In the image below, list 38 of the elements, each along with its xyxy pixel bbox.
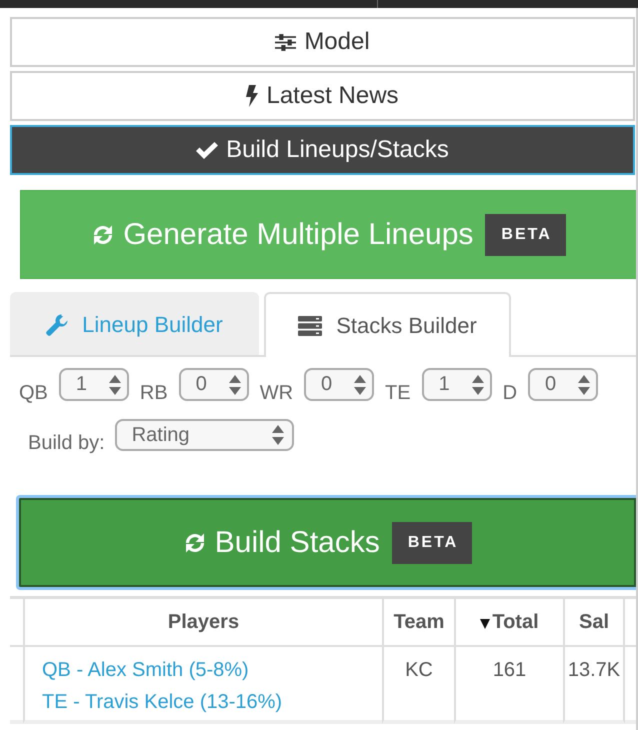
build-by-select[interactable]: Rating xyxy=(114,419,294,451)
position-label: D xyxy=(502,383,518,403)
nav-button[interactable]: Latest News xyxy=(10,71,635,121)
up-down-arrows-icon xyxy=(228,374,241,394)
sliders-icon xyxy=(275,34,296,50)
number-spinner[interactable]: 0 xyxy=(304,368,374,401)
build-stacks-button[interactable]: Build Stacks BETA xyxy=(16,495,636,590)
up-down-arrows-icon xyxy=(578,374,590,394)
position-label: WR xyxy=(260,383,294,403)
table-cell: 161 xyxy=(492,659,526,682)
column-header[interactable]: Players xyxy=(168,610,240,634)
number-spinner[interactable]: 0 xyxy=(178,368,249,401)
number-spinner[interactable]: 0 xyxy=(528,368,598,401)
generate-lineups-button[interactable]: Generate Multiple Lineups BETA xyxy=(20,190,636,279)
up-down-arrows-icon xyxy=(272,425,284,445)
up-down-arrows-icon xyxy=(354,374,366,394)
sort-descending-icon xyxy=(480,619,490,629)
tab[interactable]: Stacks Builder xyxy=(264,292,511,357)
nav-button[interactable]: Model xyxy=(10,17,635,67)
nav-button[interactable]: Build Lineups/Stacks xyxy=(10,125,635,175)
number-spinner[interactable]: 1 xyxy=(422,368,492,401)
table-cell: 13.7K xyxy=(568,659,620,682)
number-spinner[interactable]: 1 xyxy=(58,368,129,401)
column-header[interactable]: Team xyxy=(394,610,444,634)
wrench-icon xyxy=(46,314,68,336)
position-label: QB xyxy=(19,383,48,403)
position-label: RB xyxy=(140,383,168,403)
beta-badge: BETA xyxy=(392,522,472,564)
position-label: TE xyxy=(385,383,411,403)
beta-badge: BETA xyxy=(485,214,566,256)
up-down-arrows-icon xyxy=(108,374,121,394)
lightning-bolt-icon xyxy=(246,85,258,107)
up-down-arrows-icon xyxy=(472,374,484,394)
column-header[interactable]: Total xyxy=(492,610,539,634)
server-icon xyxy=(298,316,322,336)
table-cell: KC xyxy=(405,659,433,682)
check-icon xyxy=(196,142,218,158)
build-by-label: Build by: xyxy=(28,433,105,453)
